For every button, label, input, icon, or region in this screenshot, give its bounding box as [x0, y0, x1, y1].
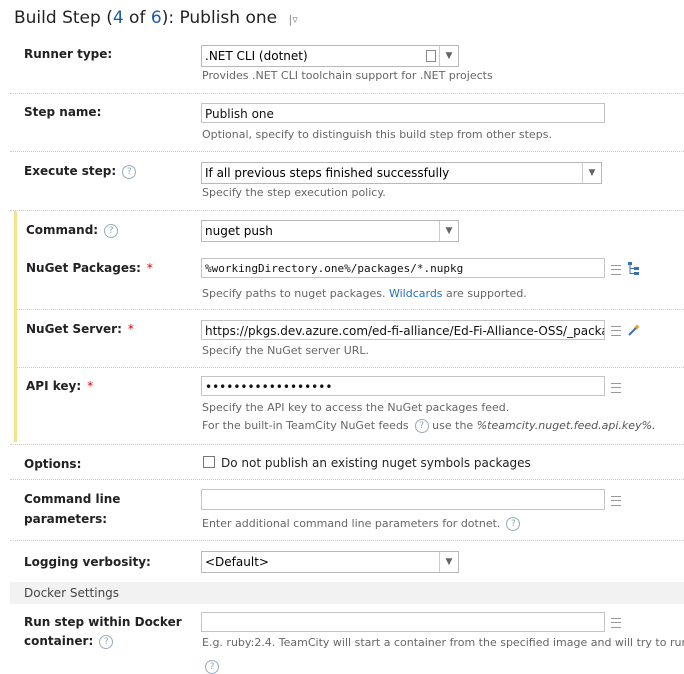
step-name-note: Optional, specify to distinguish this bu…: [202, 128, 552, 141]
runner-type-value: .NET CLI (dotnet): [205, 49, 308, 63]
expand-editor-icon[interactable]: [611, 383, 621, 393]
expand-editor-icon[interactable]: [611, 618, 621, 628]
nuget-packages-note-text: Specify paths to nuget packages.: [202, 287, 386, 300]
step-current: 4: [112, 8, 124, 28]
logging-select[interactable]: <Default> ▼: [201, 551, 459, 573]
options-label: Options:: [24, 457, 82, 471]
docker-label-line1: Run step within Docker: [24, 615, 182, 629]
divider: [17, 309, 684, 310]
execute-step-value: If all previous steps finished successfu…: [205, 166, 450, 180]
step-name-input[interactable]: Publish one: [201, 103, 605, 123]
docker-note: E.g. ruby:2.4. TeamCity will start a con…: [202, 636, 684, 649]
runner-type-note: Provides .NET CLI toolchain support for …: [202, 69, 493, 82]
help-icon[interactable]: ?: [506, 517, 521, 531]
tree-icon[interactable]: [628, 261, 640, 275]
changed-section-marker: [14, 211, 17, 442]
nuget-packages-label: NuGet Packages: *: [26, 261, 153, 275]
api-key-input[interactable]: ••••••••••••••••••: [201, 376, 605, 396]
api-key-param: %teamcity.nuget.feed.api.key%.: [476, 419, 656, 432]
help-icon[interactable]: ?: [414, 419, 429, 433]
api-key-note-feeds: For the built-in TeamCity NuGet feeds? u…: [202, 419, 656, 433]
nuget-packages-input[interactable]: %workingDirectory.one%/packages/*.nupkg: [201, 258, 605, 278]
cmdline-label-line2: parameters:: [24, 512, 108, 526]
nuget-packages-note: Specify paths to nuget packages. Wildcar…: [202, 287, 527, 300]
docker-section-header: Docker Settings: [10, 582, 684, 604]
help-icon[interactable]: ?: [122, 165, 137, 179]
logging-value: <Default>: [205, 555, 269, 569]
nuget-server-label-text: NuGet Server:: [26, 322, 122, 336]
command-label-text: Command:: [26, 223, 99, 237]
title-suffix: ): Publish one: [161, 8, 278, 28]
page-title: Build Step (4 of 6): Publish one |▿: [14, 8, 298, 28]
required-marker: *: [146, 261, 153, 275]
docker-image-input[interactable]: [201, 612, 605, 632]
expand-editor-icon[interactable]: [611, 265, 621, 275]
expand-editor-icon[interactable]: [611, 496, 621, 506]
nuget-server-note: Specify the NuGet server URL.: [202, 344, 370, 357]
help-icon[interactable]: ?: [99, 635, 114, 649]
symbols-checkbox-label[interactable]: Do not publish an existing nuget symbols…: [221, 456, 531, 470]
chevron-down-icon: ▿: [292, 13, 298, 26]
divider: [10, 210, 684, 211]
cmdline-input[interactable]: [201, 489, 605, 510]
required-marker: *: [127, 322, 134, 336]
chevron-down-icon: ▼: [439, 46, 458, 66]
help-icon[interactable]: ?: [205, 660, 219, 674]
chevron-down-icon: ▼: [439, 221, 458, 241]
nuget-server-input[interactable]: https://pkgs.dev.azure.com/ed-fi-allianc…: [201, 320, 605, 340]
runner-type-label: Runner type:: [24, 47, 113, 61]
divider: [10, 151, 684, 152]
cmdline-note: Enter additional command line parameters…: [202, 517, 521, 531]
command-value: nuget push: [205, 224, 273, 238]
api-key-note-use: use the: [432, 419, 474, 432]
nuget-packages-note-end: are supported.: [446, 287, 527, 300]
api-key-note: Specify the API key to access the NuGet …: [202, 401, 510, 414]
divider: [10, 93, 684, 94]
api-key-note-feeds-text: For the built-in TeamCity NuGet feeds: [202, 419, 409, 432]
symbols-checkbox[interactable]: [203, 456, 215, 468]
chevron-down-icon: ▼: [439, 552, 458, 572]
required-marker: *: [87, 379, 94, 393]
execute-step-label-text: Execute step:: [24, 164, 117, 178]
chevron-down-icon: ▼: [582, 163, 601, 183]
runner-info-icon[interactable]: [426, 50, 436, 62]
title-prefix: Build Step (: [14, 8, 113, 28]
cmdline-label-line1: Command line: [24, 492, 121, 506]
title-of: of: [123, 8, 151, 28]
step-name-label: Step name:: [24, 105, 102, 119]
nuget-packages-label-text: NuGet Packages:: [26, 261, 141, 275]
divider: [10, 444, 684, 445]
docker-label-line2-text: container:: [24, 634, 94, 648]
execute-step-select[interactable]: If all previous steps finished successfu…: [201, 162, 602, 184]
command-select[interactable]: nuget push ▼: [201, 220, 459, 242]
runner-type-select[interactable]: .NET CLI (dotnet) ▼: [201, 45, 459, 67]
docker-help[interactable]: ?: [205, 655, 219, 674]
expand-editor-icon[interactable]: [611, 326, 621, 336]
cmdline-note-text: Enter additional command line parameters…: [202, 517, 501, 530]
magic-wand-icon[interactable]: [628, 321, 640, 336]
api-key-label-text: API key:: [26, 379, 82, 393]
divider: [10, 540, 684, 541]
wildcards-link[interactable]: Wildcards: [389, 287, 443, 300]
step-total: 6: [150, 8, 162, 28]
execute-step-note: Specify the step execution policy.: [202, 186, 386, 199]
nuget-server-label: NuGet Server: *: [26, 322, 134, 336]
step-switcher-dropdown[interactable]: |▿: [289, 13, 298, 26]
help-icon[interactable]: ?: [104, 224, 119, 238]
docker-label-line2: container:?: [24, 634, 114, 649]
api-key-label: API key: *: [26, 379, 93, 393]
logging-label: Logging verbosity:: [24, 555, 151, 569]
execute-step-label: Execute step:?: [24, 164, 137, 179]
command-label: Command:?: [26, 223, 119, 238]
divider: [10, 479, 684, 480]
divider: [17, 367, 684, 368]
